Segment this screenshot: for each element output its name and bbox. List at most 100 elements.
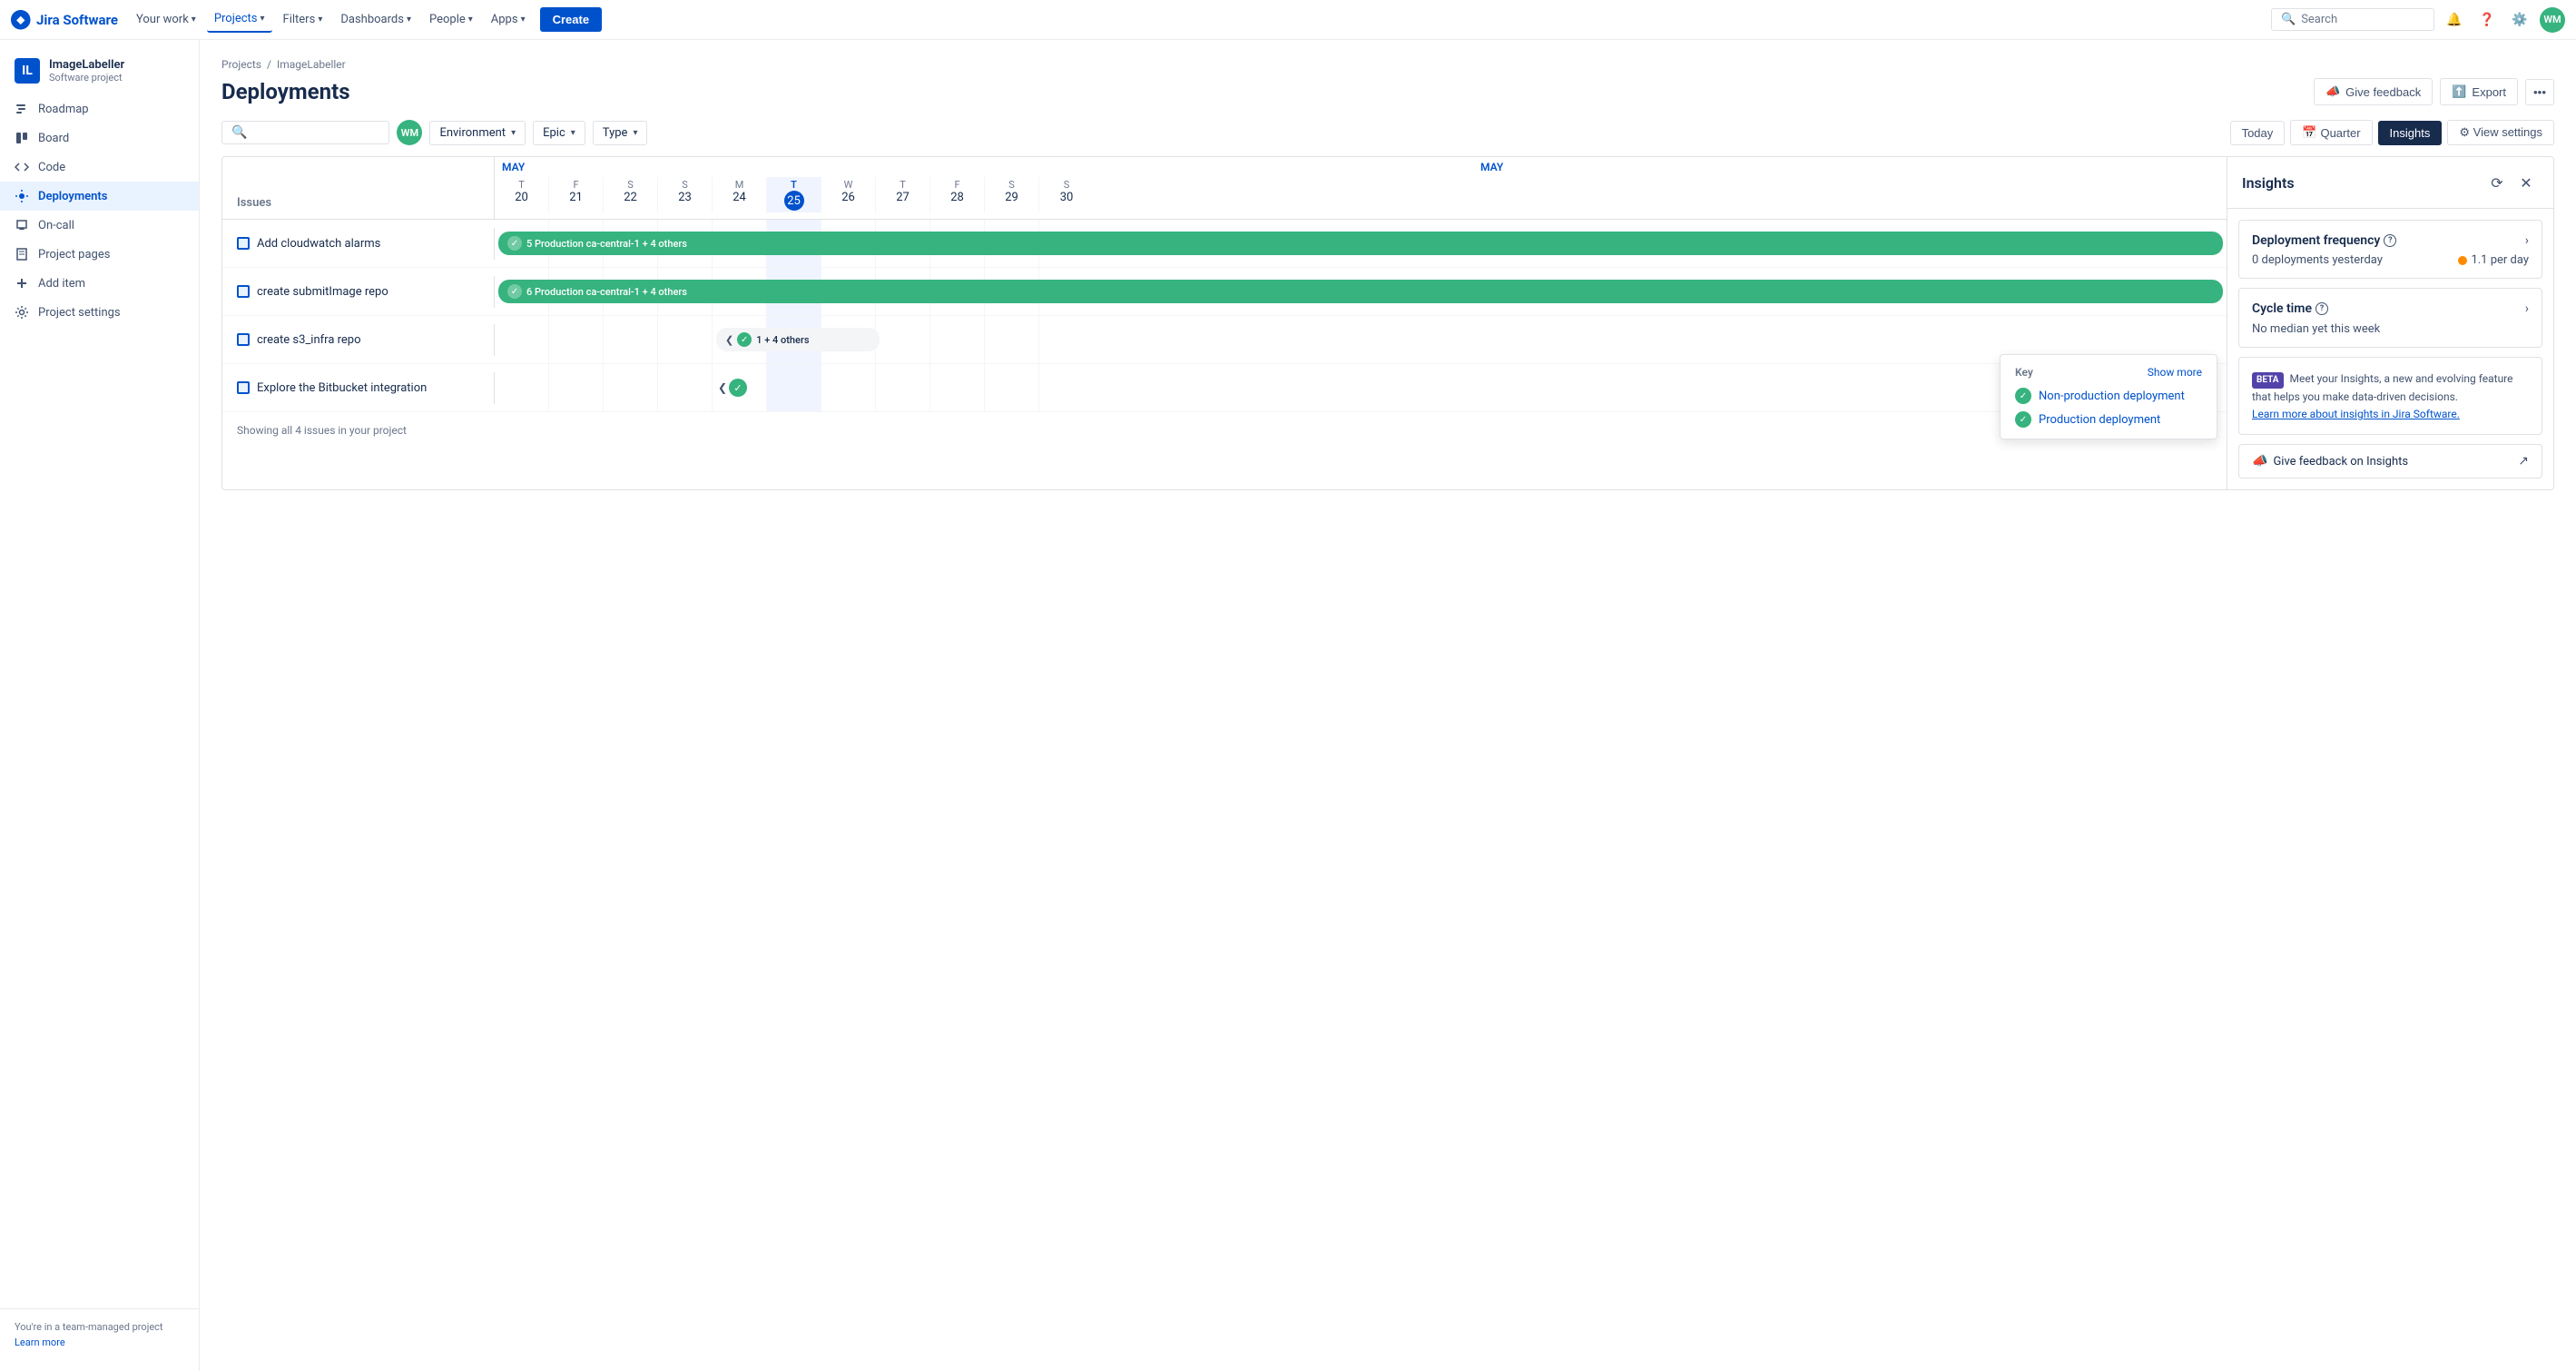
type-filter[interactable]: Type ▾	[593, 121, 648, 145]
environment-filter[interactable]: Environment ▾	[429, 121, 526, 145]
chevron-down-icon: ▾	[571, 128, 575, 138]
learn-more-link[interactable]: Learn more	[15, 1336, 65, 1348]
issues-footer: Showing all 4 issues in your project	[222, 412, 2227, 449]
issues-search-input[interactable]	[252, 126, 379, 140]
may-label-2: MAY	[1473, 161, 1510, 173]
non-production-icon: ✓	[2015, 388, 2031, 404]
insights-button[interactable]: Insights	[2378, 121, 2443, 145]
issue-1-bar[interactable]: ✓ 5 Production ca-central-1 + 4 others	[498, 232, 2223, 255]
day-header-23: S 23	[658, 177, 713, 212]
global-search[interactable]: 🔍 Search	[2271, 8, 2434, 31]
sidebar-item-code[interactable]: Code	[0, 153, 199, 182]
legend-item-1-label[interactable]: Non-production deployment	[2039, 390, 2185, 403]
notifications-button[interactable]: 🔔	[2442, 7, 2467, 33]
nav-right-actions: 🔍 Search 🔔 ❓ ⚙️ WM	[2271, 7, 2565, 33]
cycle-time-header: Cycle time ? ›	[2252, 301, 2529, 316]
beta-card-content: BETA Meet your Insights, a new and evolv…	[2252, 370, 2529, 423]
help-icon[interactable]: ?	[2384, 234, 2396, 247]
nav-apps[interactable]: Apps ▾	[484, 7, 533, 32]
month-label-group: MAY	[495, 161, 1248, 173]
toolbar: 🔍 WM Environment ▾ Epic ▾ Type ▾ Today 📅…	[221, 120, 2554, 145]
insights-panel-header: Insights ⟳ ✕	[2227, 157, 2553, 209]
sidebar-item-project-settings[interactable]: Project settings	[0, 298, 199, 327]
oncall-icon	[15, 218, 29, 232]
issue-1-checkbox[interactable]	[237, 237, 250, 250]
issues-count: Showing all 4 issues in your project	[237, 424, 407, 437]
nav-dashboards[interactable]: Dashboards ▾	[333, 7, 418, 32]
chevron-down-icon: ▾	[407, 15, 411, 25]
legend-item-2-label[interactable]: Production deployment	[2039, 413, 2160, 427]
sidebar-item-project-pages[interactable]: Project pages	[0, 240, 199, 269]
month-labels-row: MAY MAY	[495, 157, 2227, 177]
month-label-group2: MAY	[1248, 161, 2227, 173]
user-avatar[interactable]: WM	[2540, 7, 2565, 33]
issue-2-bar[interactable]: ✓ 6 Production ca-central-1 + 4 others	[498, 280, 2223, 303]
sidebar-item-roadmap[interactable]: Roadmap	[0, 94, 199, 123]
nav-your-work[interactable]: Your work ▾	[129, 7, 203, 32]
settings-button[interactable]: ⚙️	[2507, 7, 2532, 33]
insights-refresh-button[interactable]: ⟳	[2484, 170, 2510, 195]
insights-close-button[interactable]: ✕	[2513, 170, 2539, 195]
help-button[interactable]: ❓	[2474, 7, 2500, 33]
issue-4-label: Explore the Bitbucket integration	[222, 372, 495, 404]
top-navigation: Jira Software Your work ▾ Projects ▾ Fil…	[0, 0, 2576, 40]
calendar-section: Issues MAY MAY	[222, 157, 2227, 489]
issue-4-text: Explore the Bitbucket integration	[257, 381, 427, 395]
deployment-freq-title: Deployment frequency ?	[2252, 233, 2396, 248]
deployments-icon	[15, 189, 29, 203]
issue-4-bar[interactable]: ❮ ✓	[716, 376, 749, 399]
issue-2-checkbox[interactable]	[237, 285, 250, 298]
status-dot	[2458, 256, 2467, 265]
cycle-time-stat: No median yet this week	[2252, 321, 2529, 336]
show-more-link[interactable]: Show more	[2148, 366, 2202, 379]
beta-learn-more-link[interactable]: Learn more about insights in Jira Softwa…	[2252, 408, 2460, 420]
code-icon	[15, 160, 29, 174]
deployment-freq-header: Deployment frequency ? ›	[2252, 233, 2529, 248]
insights-title: Insights	[2242, 174, 2295, 192]
issue-1-label: Add cloudwatch alarms	[222, 228, 495, 260]
nav-people[interactable]: People ▾	[422, 7, 480, 32]
sidebar-item-add-item[interactable]: Add item	[0, 269, 199, 298]
sidebar-item-deployments[interactable]: Deployments	[0, 182, 199, 211]
export-button[interactable]: ⬆️ Export	[2440, 78, 2518, 105]
epic-filter[interactable]: Epic ▾	[533, 121, 585, 145]
nav-projects[interactable]: Projects ▾	[207, 6, 272, 33]
sidebar-item-on-call[interactable]: On-call	[0, 211, 199, 240]
issue-1-calendar: ✓ 5 Production ca-central-1 + 4 others	[495, 220, 2227, 267]
issue-4-checkbox[interactable]	[237, 381, 250, 394]
external-link-icon: ↗	[2518, 454, 2529, 469]
deployment-frequency-card: Deployment frequency ? › 0 deployments y…	[2238, 220, 2542, 279]
view-settings-button[interactable]: ⚙ View settings	[2447, 120, 2554, 145]
sidebar-item-board[interactable]: Board	[0, 123, 199, 153]
chevron-down-icon: ▾	[511, 128, 516, 138]
give-feedback-button[interactable]: 📣 Give feedback	[2314, 78, 2433, 105]
issue-3-bar[interactable]: ❮ ✓ 1 + 4 others	[716, 328, 880, 351]
quarter-button[interactable]: 📅 Quarter	[2290, 120, 2372, 145]
deployment-freq-label: 0 deployments yesterday	[2252, 253, 2383, 267]
issue-3-checkbox[interactable]	[237, 333, 250, 346]
issue-4-calendar: ❮ ✓	[495, 364, 2227, 411]
help-icon[interactable]: ?	[2315, 302, 2328, 315]
insights-panel: Insights ⟳ ✕ Deployment frequency ? ›	[2227, 157, 2553, 489]
sidebar-bottom: You're in a team-managed project Learn m…	[0, 1308, 199, 1361]
day-header-28: F 28	[930, 177, 985, 212]
project-icon: IL	[15, 58, 40, 84]
app-logo[interactable]: Jira Software	[11, 10, 118, 30]
issue-3-calendar: ❮ ✓ 1 + 4 others	[495, 316, 2227, 363]
breadcrumb-projects[interactable]: Projects	[221, 58, 261, 71]
give-feedback-on-insights-button[interactable]: 📣 Give feedback on Insights ↗	[2238, 444, 2542, 478]
issue-2-text: create submitImage repo	[257, 285, 388, 299]
today-button[interactable]: Today	[2230, 121, 2286, 145]
chevron-down-icon: ▾	[521, 15, 526, 25]
create-button[interactable]: Create	[540, 7, 602, 32]
user-filter-avatar[interactable]: WM	[397, 120, 422, 145]
nav-filters[interactable]: Filters ▾	[276, 7, 330, 32]
issue-3-text: create s3_infra repo	[257, 333, 361, 347]
day-header-27: T 27	[876, 177, 930, 212]
more-options-button[interactable]: •••	[2525, 79, 2554, 105]
issues-search[interactable]: 🔍	[221, 121, 389, 144]
chevron-right-icon[interactable]: ›	[2525, 233, 2529, 248]
chevron-right-icon[interactable]: ›	[2525, 301, 2529, 316]
issue-2-calendar: ✓ 6 Production ca-central-1 + 4 others	[495, 268, 2227, 315]
chevron-down-icon: ▾	[468, 15, 473, 25]
